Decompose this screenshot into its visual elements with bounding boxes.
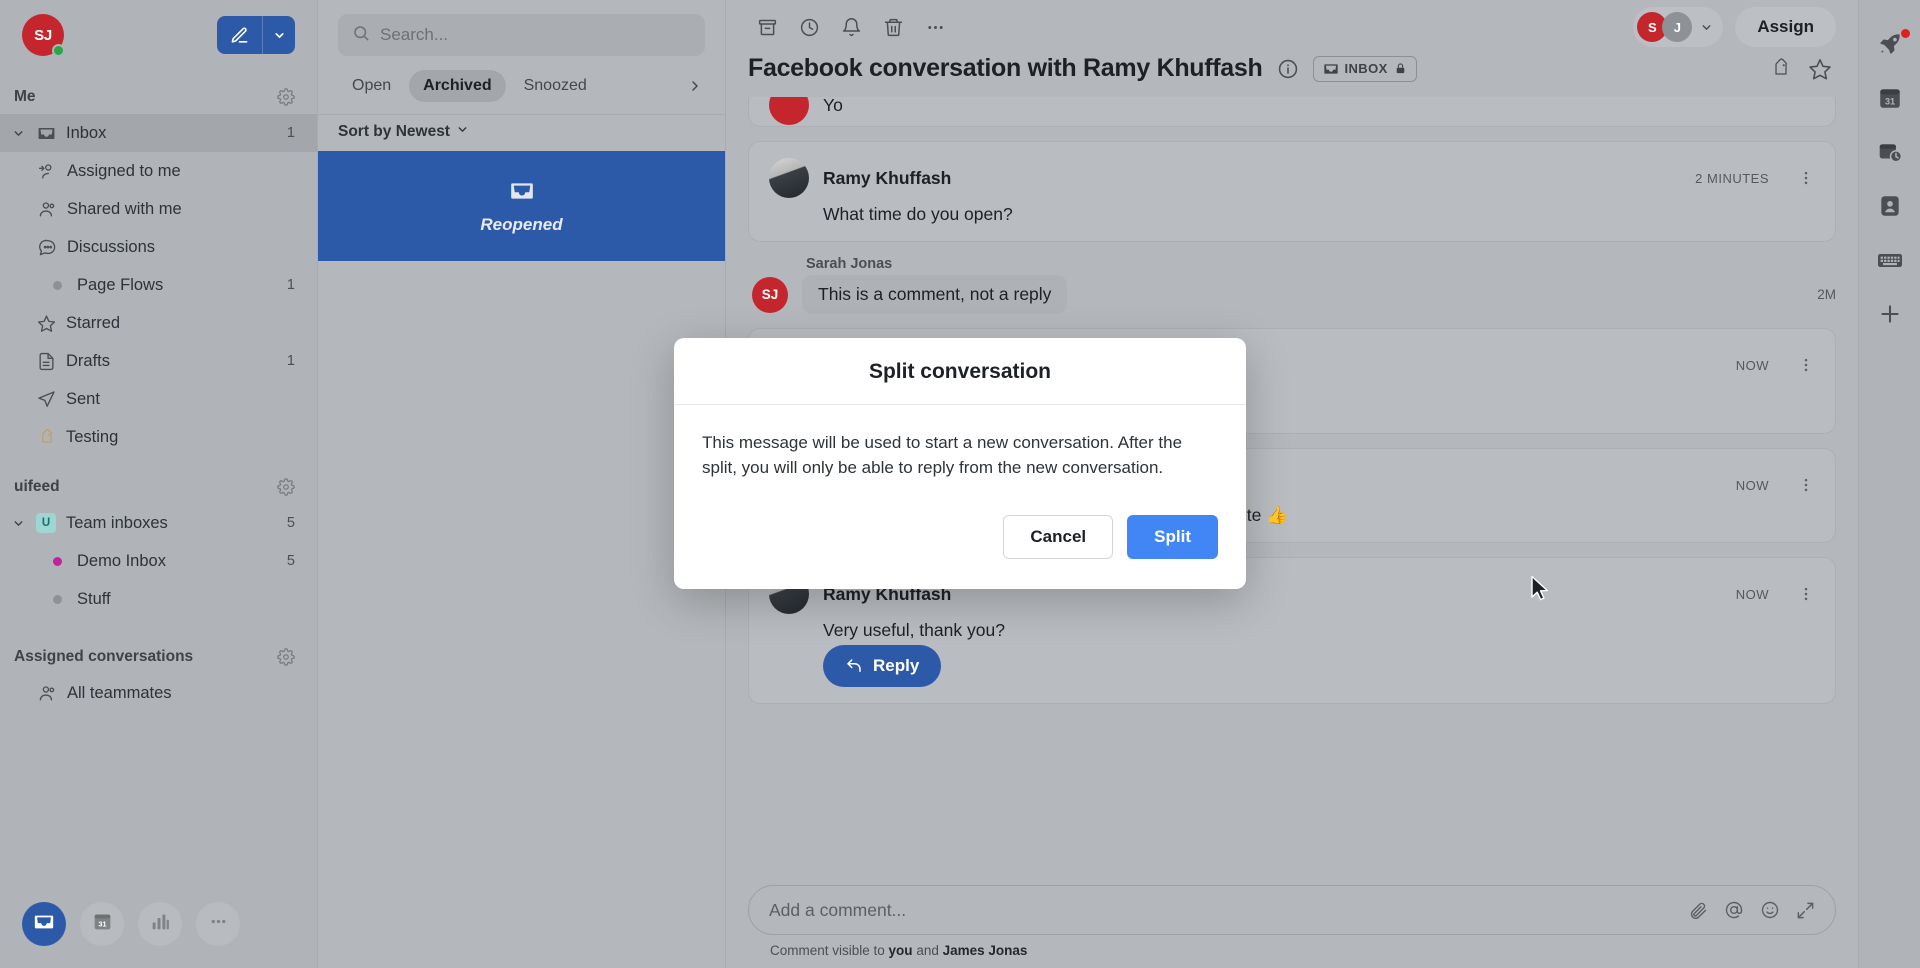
dialog-actions: Cancel Split	[674, 489, 1246, 589]
modal-overlay: Split conversation This message will be …	[0, 0, 1920, 968]
split-button[interactable]: Split	[1127, 514, 1218, 559]
inbox-app: SJ Me Inbox 1 Assigned to me Shared with…	[0, 0, 1920, 968]
split-conversation-dialog: Split conversation This message will be …	[674, 338, 1246, 589]
dialog-body: This message will be used to start a new…	[674, 405, 1246, 489]
dialog-message: This message will be used to start a new…	[702, 433, 1183, 477]
dialog-title: Split conversation	[868, 360, 1052, 383]
cancel-button[interactable]: Cancel	[1003, 514, 1114, 559]
dialog-header: Split conversation	[674, 338, 1246, 405]
